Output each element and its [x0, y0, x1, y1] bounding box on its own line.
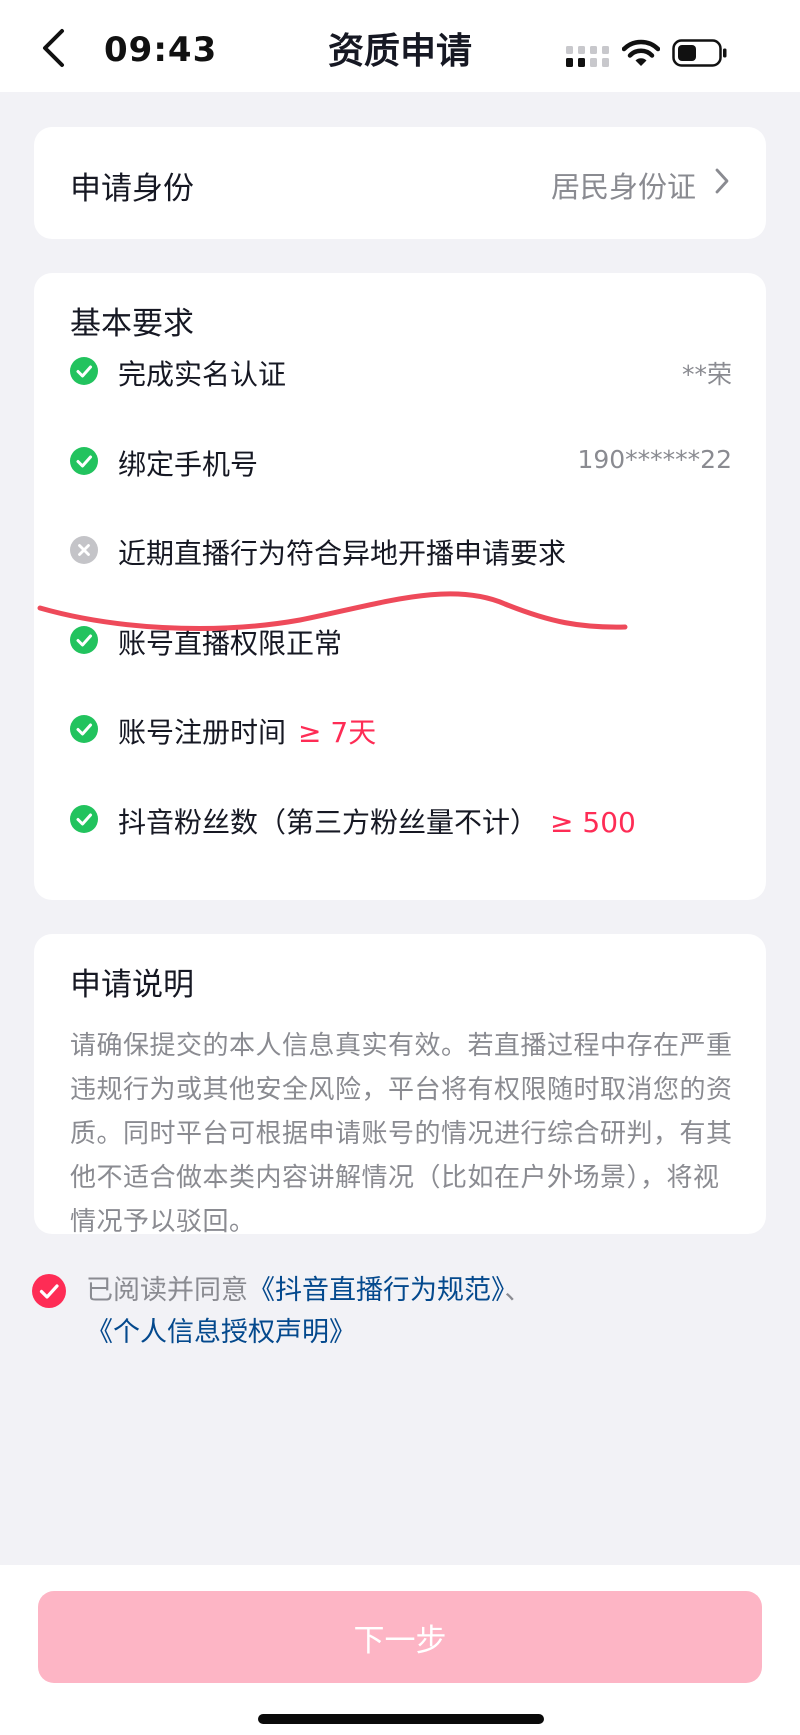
requirement-label: 账号注册时间 — [118, 716, 287, 749]
bottom-bar: 下一步 — [0, 1565, 800, 1735]
requirement-value: **荣 — [681, 360, 732, 389]
requirement-row-text: 抖音粉丝数（第三方粉丝量不计） ≥ 500 — [118, 801, 636, 841]
check-circle-icon — [70, 447, 98, 475]
wifi-icon — [622, 39, 660, 66]
requirement-label: 账号直播权限正常 — [118, 627, 343, 660]
requirement-label: 绑定手机号 — [118, 448, 259, 481]
status-bar: 09:43 资质申请 — [0, 0, 800, 92]
identity-value: 居民身份证 — [550, 170, 696, 204]
requirement-value: 190******22 — [577, 445, 732, 474]
next-step-button[interactable]: 下一步 — [38, 1591, 762, 1683]
requirement-row-text: 账号注册时间 ≥ 7天 — [118, 711, 376, 751]
requirement-label: 完成实名认证 — [118, 358, 287, 391]
check-circle-icon — [70, 715, 98, 743]
agreement-separator: 、 — [504, 1275, 532, 1306]
agreement-checkbox[interactable] — [32, 1274, 66, 1308]
notes-body: 请确保提交的本人信息真实有效。若直播过程中存在严重违规行为或其他安全风险，平台将… — [70, 1031, 733, 1237]
behavior-norms-link[interactable]: 《抖音直播行为规范》 — [248, 1275, 505, 1306]
requirement-label: 近期直播行为符合异地开播申请要求 — [118, 537, 567, 570]
cellular-signal-icon — [566, 46, 609, 67]
privacy-authorization-link[interactable]: 《个人信息授权声明》 — [86, 1317, 356, 1348]
requirements-card: 基本要求 完成实名认证 **荣 绑定手机号 190******22 近期直播行为… — [34, 273, 766, 900]
requirement-condition: ≥ 7天 — [298, 716, 377, 749]
home-indicator — [258, 1714, 544, 1724]
identity-label: 申请身份 — [70, 171, 194, 207]
check-circle-icon — [70, 805, 98, 833]
chevron-right-icon — [715, 168, 729, 194]
check-circle-icon — [70, 357, 98, 385]
notes-card: 申请说明 请确保提交的本人信息真实有效。若直播过程中存在严重违规行为或其他安全风… — [34, 934, 766, 1237]
requirement-condition: ≥ 500 — [550, 806, 636, 839]
notes-title: 申请说明 — [70, 967, 194, 1003]
requirement-label: 抖音粉丝数（第三方粉丝量不计） — [118, 806, 539, 839]
agreement-text: 已阅读并同意《抖音直播行为规范》、《个人信息授权声明》 — [86, 1270, 776, 1354]
battery-icon — [672, 39, 727, 67]
agreement-prefix: 已阅读并同意 — [86, 1275, 248, 1306]
cross-circle-icon — [70, 536, 98, 564]
check-circle-icon — [70, 626, 98, 654]
identity-selector[interactable]: 申请身份 居民身份证 — [34, 127, 766, 239]
requirements-title: 基本要求 — [70, 306, 194, 342]
